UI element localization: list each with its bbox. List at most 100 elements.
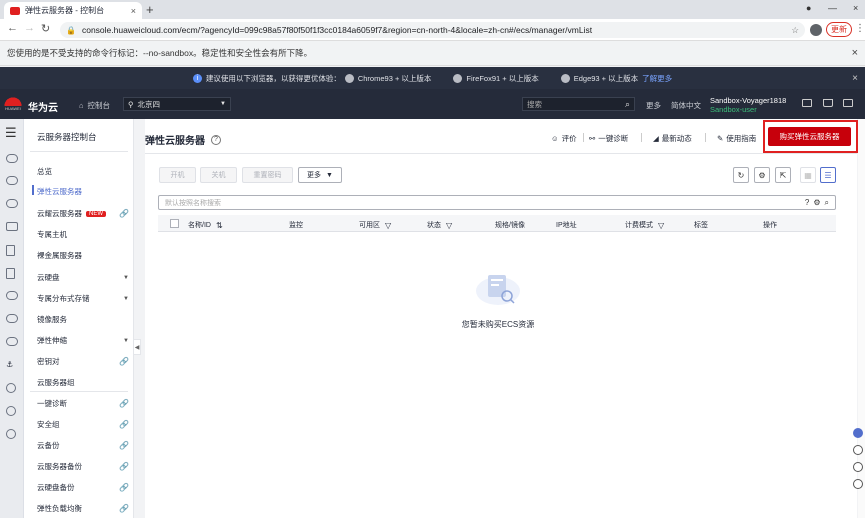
sidebar-item-evs[interactable]: 云硬盘 ▼: [37, 272, 129, 283]
reset-password-button[interactable]: 重置密码: [242, 167, 293, 183]
col-name[interactable]: 名称/ID ⇅: [188, 220, 223, 230]
export-button[interactable]: ⇱: [775, 167, 791, 183]
sort-icon[interactable]: ⇅: [216, 221, 223, 230]
sidebar-item-ims[interactable]: 镜像服务: [37, 314, 129, 325]
search-icon[interactable]: ⌕: [625, 99, 630, 110]
sidebar-item-diagnose[interactable]: 一键诊断 🔗: [37, 398, 129, 409]
network-icon[interactable]: [6, 222, 18, 231]
help-icon[interactable]: [853, 445, 863, 455]
col-tags: 标签: [694, 220, 708, 230]
region-selector[interactable]: ⚲ 北京四 ▼: [123, 97, 231, 111]
user-account-menu[interactable]: Sandbox-Voyager1818 Sandbox-user: [710, 96, 786, 114]
back-arrow-icon[interactable]: ←: [7, 22, 18, 34]
reload-icon[interactable]: ↻: [41, 22, 50, 35]
sidebar-item-cbr[interactable]: 云备份 🔗: [37, 440, 129, 451]
browser-menu-icon[interactable]: ⋮: [855, 23, 865, 34]
gear-icon[interactable]: ⚙: [813, 198, 820, 208]
notice-close-icon[interactable]: ×: [852, 73, 858, 84]
cloud-monitor-icon[interactable]: [6, 337, 18, 346]
filter-icon[interactable]: ▽: [658, 221, 664, 230]
refresh-button[interactable]: ↻: [733, 167, 749, 183]
news-action[interactable]: ◢ 最新动态: [653, 133, 692, 144]
cloud-service-icon[interactable]: [6, 291, 18, 300]
document-icon[interactable]: [6, 245, 15, 256]
top-more-link[interactable]: 更多: [646, 100, 661, 111]
record-icon[interactable]: ●: [806, 3, 811, 13]
sidebar-item-overview[interactable]: 总览: [37, 166, 129, 177]
anchor-icon[interactable]: ⚓: [6, 360, 18, 369]
cloud-icon[interactable]: [6, 154, 18, 163]
brand-name[interactable]: 华为云: [28, 99, 58, 114]
search-icon[interactable]: ⌕: [825, 198, 829, 208]
forward-arrow-icon[interactable]: →: [24, 22, 35, 34]
learn-more-link[interactable]: 了解更多: [642, 73, 672, 84]
firefox-icon: [453, 73, 463, 83]
update-button[interactable]: 更新: [826, 22, 852, 37]
sidebar-item-ecs[interactable]: 弹性云服务器: [37, 186, 129, 197]
sidebar-item-as[interactable]: 弹性伸缩 ▼: [37, 335, 129, 346]
card-view-button[interactable]: ▦: [800, 167, 816, 183]
more-dropdown[interactable]: 更多 ▼: [298, 167, 342, 183]
message-icon[interactable]: [802, 99, 812, 107]
console-home-link[interactable]: ⌂ 控制台: [79, 100, 110, 111]
nodes-icon[interactable]: [6, 406, 16, 416]
new-tab-button[interactable]: +: [146, 2, 154, 17]
cloud-security-icon[interactable]: [6, 314, 18, 323]
sidebar-item-bms[interactable]: 裸金属服务器: [37, 250, 129, 261]
url-field[interactable]: 🔒 console.huaweicloud.com/ecm/?agencyId=…: [60, 22, 805, 38]
sidebar-item-security-group[interactable]: 安全组 🔗: [37, 419, 129, 430]
sidebar-item-server-backup[interactable]: 云服务器备份 🔗: [37, 461, 129, 472]
sidebar-item-hecs[interactable]: 云耀云服务器 NEW 🔗: [37, 208, 129, 219]
bookmark-star-icon[interactable]: ☆: [791, 25, 799, 36]
search-filter-input[interactable]: 默认按照名称搜索 ? ⚙ ⌕: [158, 195, 836, 210]
col-status[interactable]: 状态 ▽: [427, 220, 452, 230]
cart-icon[interactable]: [823, 99, 833, 107]
rate-action[interactable]: ☺ 评价: [551, 133, 577, 144]
sidebar-item-elb[interactable]: 弹性负载均衡 🔗: [37, 503, 129, 514]
buy-ecs-button[interactable]: 购买弹性云服务器: [768, 127, 851, 146]
help-icon[interactable]: ?: [211, 134, 221, 145]
settings-button[interactable]: ⚙: [754, 167, 770, 183]
cloud-storage-icon[interactable]: [6, 199, 18, 208]
col-az[interactable]: 可用区 ▽: [359, 220, 391, 230]
sandbox-warning-text: 您使用的是不受支持的命令行标记：--no-sandbox。稳定性和安全性会有所下…: [7, 48, 313, 58]
sidebar-item-dss[interactable]: 专属分布式存储 ▼: [37, 293, 129, 304]
sidebar-item-keypair[interactable]: 密钥对 🔗: [37, 356, 129, 367]
tab-close-icon[interactable]: ×: [131, 6, 136, 16]
browser-tab[interactable]: 弹性云服务器 - 控制台 ×: [4, 2, 142, 19]
sidebar-item-server-group[interactable]: 云服务器组: [37, 377, 129, 388]
feedback-icon[interactable]: [853, 462, 863, 472]
mail-icon[interactable]: [843, 99, 853, 107]
database-icon[interactable]: [6, 268, 15, 279]
huawei-logo[interactable]: HUAWEI: [4, 95, 22, 115]
external-link-icon: 🔗: [119, 504, 129, 513]
guide-action[interactable]: ✎ 使用指南: [717, 133, 756, 144]
help-circle-icon[interactable]: ?: [805, 198, 809, 208]
target-icon[interactable]: [6, 383, 16, 393]
window-close-icon[interactable]: ×: [853, 3, 858, 13]
stop-button[interactable]: 关机: [200, 167, 237, 183]
filter-icon[interactable]: ▽: [446, 221, 452, 230]
profile-avatar-icon[interactable]: [810, 24, 822, 36]
language-switch[interactable]: 简体中文: [671, 100, 701, 111]
select-all-checkbox[interactable]: [170, 219, 179, 228]
start-button[interactable]: 开机: [159, 167, 196, 183]
cloud-server-icon[interactable]: [6, 176, 18, 185]
sidebar-item-disk-backup[interactable]: 云硬盘备份 🔗: [37, 482, 129, 493]
sidebar-item-label: 弹性云服务器: [37, 187, 82, 196]
hamburger-menu-icon[interactable]: ☰: [5, 125, 17, 141]
globe-icon[interactable]: [6, 429, 16, 439]
filter-icon[interactable]: ▽: [385, 221, 391, 230]
sidebar-item-dedicated-host[interactable]: 专属主机: [37, 229, 129, 240]
assistant-icon[interactable]: [853, 428, 863, 438]
global-search-input[interactable]: 搜索 ⌕: [522, 97, 635, 111]
col-billing[interactable]: 计费模式 ▽: [625, 220, 664, 230]
list-view-button[interactable]: ☰: [820, 167, 836, 183]
megaphone-icon: ◢: [653, 134, 659, 143]
sidebar-collapse-handle[interactable]: ◀: [133, 339, 141, 355]
chat-icon[interactable]: [853, 479, 863, 489]
sidebar-item-label: 裸金属服务器: [37, 251, 82, 260]
minimize-icon[interactable]: —: [828, 3, 837, 13]
warning-close-icon[interactable]: ×: [852, 47, 858, 59]
diagnose-action[interactable]: ⚯ 一键诊断: [589, 133, 628, 144]
